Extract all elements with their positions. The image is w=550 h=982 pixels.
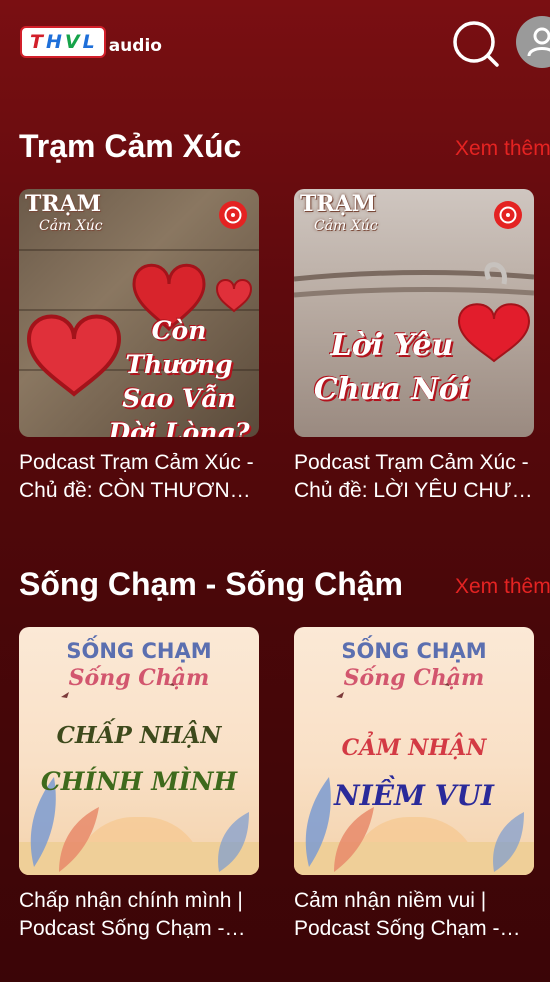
cover-line: Chưa Nói [313,372,471,407]
logo-letter: T [30,31,44,53]
cover-line: CHÍNH MÌNH [40,767,238,796]
see-more-link[interactable]: Xem thêm [455,575,550,599]
series-logo: TRẠM Cảm Xúc [25,193,103,237]
thvl-audio-logo[interactable]: T H V L audio [20,24,162,58]
podcast-cover: SỐNG CHẠM Sống Chậm CẢM NHẬN NIỀM VUI [294,627,534,875]
cover-subtitle: Sống Chậm [68,665,210,691]
cover-line: CẢM NHẬN [341,735,487,761]
cover-line: Sao Vẫn [122,384,236,413]
cover-line: Lời Yêu [330,328,454,363]
search-icon [453,21,499,67]
disc-icon [499,206,517,224]
podcast-card[interactable]: SỐNG CHẠM Sống Chậm CẢM NHẬN NIỀM VUI Cả… [294,627,534,957]
search-button[interactable] [450,18,502,70]
disc-icon [224,206,242,224]
podcast-cover: TRẠM Cảm Xúc Lời Yêu Chưa Nói [294,189,534,437]
cover-text: Lời Yêu Chưa Nói [302,324,482,412]
logo-letter: V [64,31,81,53]
cover-title: SỐNG CHẠM [66,639,212,663]
section-title: Sống Chạm - Sống Chậm [19,566,403,602]
logo-subtitle: audio [108,36,162,56]
cover-line: NIỀM VUI [333,779,494,812]
cover-title: SỐNG CHẠM [341,639,487,663]
card-title: Podcast Trạm Cảm Xúc - Chủ đề: LỜI YÊU C… [294,451,529,502]
audio-badge [494,201,522,229]
podcast-cover: TRẠM Cảm Xúc Còn Thương Sao Vẫn Dời Lòng… [19,189,259,437]
podcast-cover: SỐNG CHẠM Sống Chậm CHẤP NHẬN CHÍNH MÌNH [19,627,259,875]
cover-text: Còn Thương Sao Vẫn Dời Lòng? [104,314,254,437]
cover-subtitle: Sống Chậm [343,665,485,691]
cover-line: CHẤP NHẬN [56,722,222,749]
logo-letter: L [82,31,96,53]
see-more-link[interactable]: Xem thêm [455,137,550,161]
podcast-card[interactable]: TRẠM Cảm Xúc Lời Yêu Chưa Nói Podcast Tr… [294,189,534,519]
cover-logo: TRẠM [25,191,102,217]
card-title: Cảm nhận niềm vui | Podcast Sống Chạm - … [294,889,500,940]
card-title: Chấp nhận chính mình | Podcast Sống Chạm… [19,889,243,940]
card-title: Podcast Trạm Cảm Xúc - Chủ đề: CÒN THƯƠN… [19,451,254,502]
series-logo: TRẠM Cảm Xúc [300,193,378,237]
cover-line: Dời Lòng? [108,418,250,437]
cover-logo: TRẠM [300,191,377,217]
account-button[interactable] [516,16,550,68]
user-icon [527,27,550,57]
section-title: Trạm Cảm Xúc [19,128,242,164]
podcast-card[interactable]: TRẠM Cảm Xúc Còn Thương Sao Vẫn Dời Lòng… [19,189,259,519]
cover-logo-sub: Cảm Xúc [39,218,103,234]
app-header: T H V L audio [0,0,550,90]
logo-badge: T H V L [20,26,106,58]
cover-line: Còn Thương [125,316,233,379]
podcast-card[interactable]: SỐNG CHẠM Sống Chậm CHẤP NHẬN CHÍNH MÌNH… [19,627,259,957]
audio-badge [219,201,247,229]
logo-letter: H [45,31,63,53]
cover-logo-sub: Cảm Xúc [314,218,378,234]
